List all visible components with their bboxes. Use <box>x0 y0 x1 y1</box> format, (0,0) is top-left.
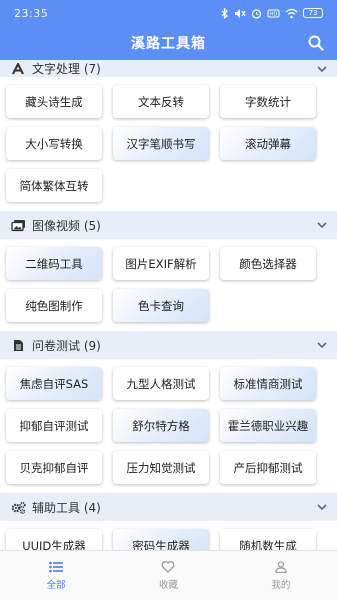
tool-schulte-grid[interactable]: 舒尔特方格 <box>113 409 209 442</box>
section-header-image[interactable]: 图像视频 (5) <box>0 211 337 239</box>
mute-icon <box>235 8 246 18</box>
tool-password-generator[interactable]: 密码生成器 <box>113 529 209 550</box>
nav-all[interactable]: 全部 <box>0 551 112 600</box>
status-bar: 23:35 HD 73 <box>0 0 337 26</box>
nav-mine[interactable]: 我的 <box>225 551 337 600</box>
app-title: 溪路工具箱 <box>131 36 206 52</box>
chevron-down-icon <box>317 65 327 72</box>
alarm-icon <box>251 8 262 19</box>
list-icon <box>49 561 64 572</box>
tool-simplified-traditional[interactable]: 简体繁体互转 <box>6 169 102 202</box>
search-button[interactable] <box>305 32 327 54</box>
section-title: 图像视频 (5) <box>32 218 101 233</box>
tool-grid-text: 藏头诗生成 文本反转 字数统计 大小写转换 汉字笔顺书写 滚动弹幕 简体繁体互转 <box>0 77 337 211</box>
tool-stroke-order[interactable]: 汉字笔顺书写 <box>113 127 209 160</box>
chevron-down-icon <box>317 504 327 511</box>
tool-holland-career[interactable]: 霍兰德职业兴趣 <box>220 409 316 442</box>
tool-anxiety-sas[interactable]: 焦虑自评SAS <box>6 367 102 400</box>
bluetooth-icon <box>221 7 228 19</box>
section-header-survey[interactable]: 问卷测试 (9) <box>0 331 337 359</box>
tool-eq-test[interactable]: 标准情商测试 <box>220 367 316 400</box>
tool-perceived-stress[interactable]: 压力知觉测试 <box>113 451 209 484</box>
nav-label: 收藏 <box>158 579 178 591</box>
nav-favorites[interactable]: 收藏 <box>112 551 224 600</box>
section-title: 问卷测试 (9) <box>32 338 101 353</box>
svg-text:HD: HD <box>270 11 278 17</box>
wifi-icon <box>285 8 298 18</box>
tool-color-picker[interactable]: 颜色选择器 <box>220 247 316 280</box>
tool-scrolling-danmaku[interactable]: 滚动弹幕 <box>220 127 316 160</box>
section-title: 辅助工具 (4) <box>32 500 101 515</box>
section-header-text[interactable]: 文字处理 (7) <box>0 60 337 77</box>
section-header-utility[interactable]: 辅助工具 (4) <box>0 493 337 521</box>
app-bar: 溪路工具箱 <box>0 26 337 60</box>
nav-label: 我的 <box>271 579 291 591</box>
status-time: 23:35 <box>14 6 49 20</box>
tool-exif[interactable]: 图片EXIF解析 <box>113 247 209 280</box>
tool-word-count[interactable]: 字数统计 <box>220 85 316 118</box>
tool-color-card[interactable]: 色卡查询 <box>113 289 209 322</box>
tool-random-number[interactable]: 随机数生成 <box>220 529 316 550</box>
tool-postpartum-depression[interactable]: 产后抑郁测试 <box>220 451 316 484</box>
chevron-down-icon <box>317 222 327 229</box>
section-title: 文字处理 (7) <box>32 62 101 76</box>
tool-beck-depression[interactable]: 贝克抑郁自评 <box>6 451 102 484</box>
images-icon <box>10 217 26 233</box>
status-icons: HD 73 <box>221 7 323 19</box>
tool-solid-color-image[interactable]: 纯色图制作 <box>6 289 102 322</box>
tool-grid-image: 二维码工具 图片EXIF解析 颜色选择器 纯色图制作 色卡查询 <box>0 239 337 331</box>
battery-level: 73 <box>308 9 318 17</box>
font-icon <box>10 61 26 77</box>
tool-depression-self[interactable]: 抑郁自评测试 <box>6 409 102 442</box>
tool-case-convert[interactable]: 大小写转换 <box>6 127 102 160</box>
tool-grid-survey: 焦虑自评SAS 九型人格测试 标准情商测试 抑郁自评测试 舒尔特方格 霍兰德职业… <box>0 359 337 493</box>
cogs-icon <box>10 499 26 515</box>
battery-icon: 73 <box>303 8 323 18</box>
tool-grid-utility: UUID生成器 密码生成器 随机数生成 <box>0 521 337 550</box>
nav-label: 全部 <box>46 579 66 591</box>
heart-icon <box>162 560 175 573</box>
chevron-down-icon <box>317 342 327 349</box>
tool-list[interactable]: 文字处理 (7) 藏头诗生成 文本反转 字数统计 大小写转换 汉字笔顺书写 滚动… <box>0 60 337 550</box>
tool-qrcode[interactable]: 二维码工具 <box>6 247 102 280</box>
tool-enneagram[interactable]: 九型人格测试 <box>113 367 209 400</box>
user-icon <box>275 560 287 573</box>
hd-signal-icon: HD <box>267 9 280 17</box>
bottom-nav: 全部 收藏 我的 <box>0 550 337 600</box>
tool-acrostic-poem[interactable]: 藏头诗生成 <box>6 85 102 118</box>
file-text-icon <box>10 337 26 353</box>
tool-uuid-generator[interactable]: UUID生成器 <box>6 529 102 550</box>
tool-text-reverse[interactable]: 文本反转 <box>113 85 209 118</box>
search-icon <box>308 35 324 51</box>
